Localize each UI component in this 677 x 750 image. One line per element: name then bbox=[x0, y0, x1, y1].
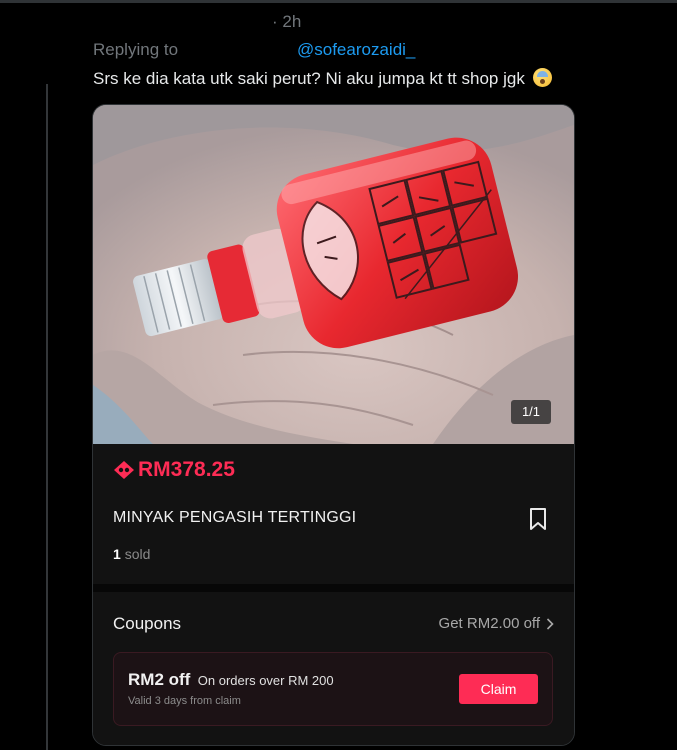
sold-count-label: sold bbox=[124, 546, 151, 562]
anxious-face-emoji-icon bbox=[532, 68, 552, 87]
tweet-timestamp[interactable]: · 2h bbox=[272, 12, 301, 32]
coupons-title: Coupons bbox=[113, 614, 182, 633]
replying-to-label: Replying to bbox=[93, 40, 179, 59]
product-photo[interactable]: 1/1 bbox=[93, 105, 574, 444]
coupon-item: RM2 off On orders over RM 200 Valid 3 da… bbox=[113, 652, 553, 726]
sold-count-number: 1 bbox=[113, 546, 121, 562]
tweet-text: Srs ke dia kata utk saki perut? Ni aku j… bbox=[93, 68, 552, 89]
get-discount-label: Get RM2.00 off bbox=[438, 615, 540, 632]
thread-connector-line bbox=[46, 84, 48, 750]
claim-button[interactable]: Claim bbox=[459, 674, 538, 704]
product-title[interactable]: MINYAK PENGASIH TERTINGGI bbox=[113, 509, 356, 527]
product-price: RM378.25 bbox=[138, 458, 235, 481]
coupon-headline: RM2 off On orders over RM 200 bbox=[128, 670, 334, 690]
coupon-condition: On orders over RM 200 bbox=[197, 673, 334, 688]
product-info: RM378.25 MINYAK PENGASIH TERTINGGI 1 sol… bbox=[93, 444, 574, 584]
bookmark-icon[interactable] bbox=[527, 507, 549, 531]
replying-to-handle[interactable]: @sofearozaidi_ bbox=[297, 40, 415, 60]
tweet-text-content: Srs ke dia kata utk saki perut? Ni aku j… bbox=[93, 69, 525, 88]
price-row: RM378.25 bbox=[113, 457, 235, 483]
section-divider bbox=[93, 584, 574, 592]
product-photo-illustration bbox=[93, 105, 574, 444]
coupons-section: Coupons Get RM2.00 off RM2 off On orders… bbox=[93, 592, 574, 745]
image-counter-badge: 1/1 bbox=[511, 400, 551, 424]
coupon-amount: RM2 off bbox=[128, 670, 191, 689]
product-card[interactable]: 1/1 RM378.25 MINYAK PENGASIH TERTINGGI 1… bbox=[92, 104, 575, 746]
get-discount-link[interactable]: Get RM2.00 off bbox=[439, 615, 554, 632]
flash-sale-ticket-icon bbox=[114, 461, 134, 479]
sold-count: 1 sold bbox=[113, 546, 150, 562]
top-divider bbox=[0, 0, 677, 3]
coupon-validity: Valid 3 days from claim bbox=[128, 695, 241, 707]
chevron-right-icon bbox=[546, 617, 554, 630]
